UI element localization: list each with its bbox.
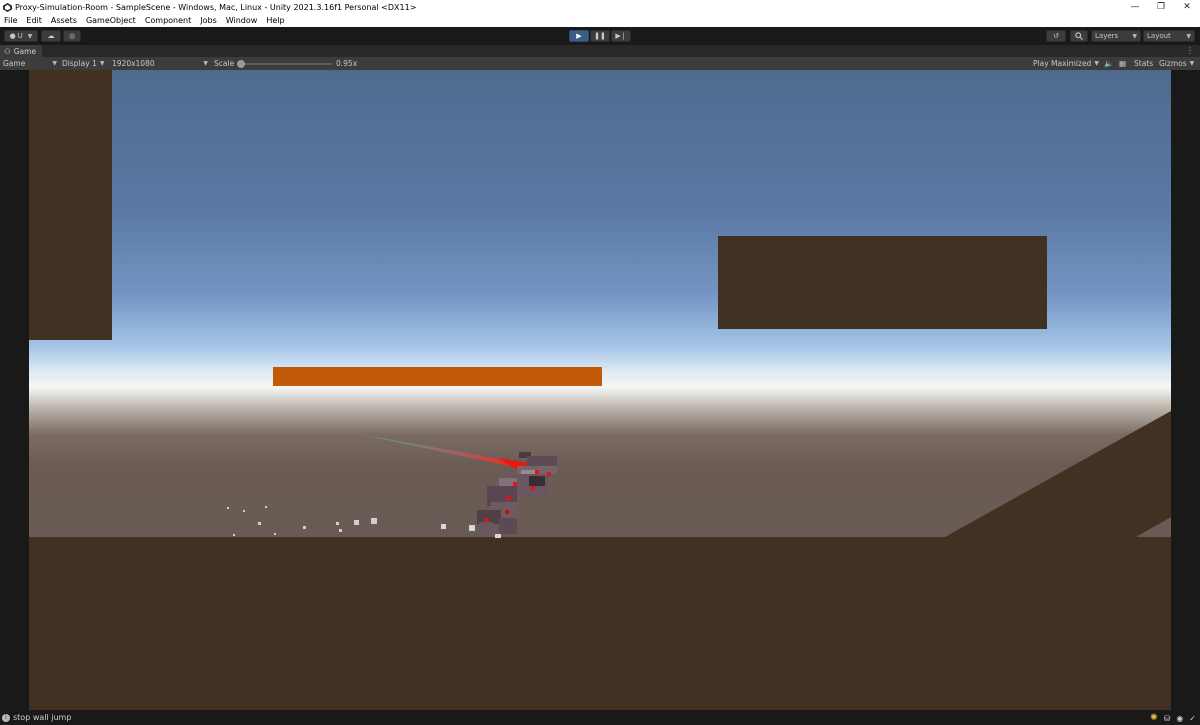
- cloud-button[interactable]: ☁: [41, 30, 61, 42]
- lighting-icon[interactable]: ✺: [1150, 713, 1158, 723]
- dust-trail-particles: [227, 506, 377, 536]
- panel-menu-icon[interactable]: ⋮: [1186, 46, 1194, 55]
- unity-logo-icon: [2, 2, 12, 12]
- gizmos-label: Gizmos: [1159, 59, 1187, 68]
- chevron-down-icon: ▼: [203, 60, 208, 67]
- account-icon: ●: [9, 32, 16, 40]
- close-button[interactable]: ✕: [1174, 0, 1200, 14]
- window-title: Proxy-Simulation-Room - SampleScene - Wi…: [15, 2, 417, 12]
- chevron-down-icon: ▼: [1094, 60, 1099, 67]
- console-status[interactable]: i stop wall jump: [2, 713, 71, 722]
- chevron-down-icon: ▼: [27, 32, 33, 40]
- resolution-label: 1920x1080: [112, 59, 155, 68]
- game-canvas[interactable]: [29, 70, 1171, 710]
- step-icon: ▶❘: [615, 32, 627, 40]
- mute-audio-button[interactable]: 🔈: [1104, 57, 1113, 70]
- speaker-icon: 🔈: [1104, 59, 1114, 68]
- panel-tabbar: ⚇ Game ⋮: [0, 45, 1200, 57]
- gizmos-dropdown[interactable]: Gizmos ▼: [1159, 57, 1194, 70]
- status-icons: ✺ ⛁ ◉ ✓: [1150, 713, 1196, 723]
- progress-icon[interactable]: ◉: [1176, 714, 1183, 723]
- collab-button[interactable]: ◎: [63, 30, 81, 42]
- vsync-button[interactable]: ▦: [1119, 57, 1126, 70]
- play-icon: ▶: [576, 32, 582, 40]
- game-view-toolbar: Game ▼ Display 1 ▼ 1920x1080 ▼ Scale 0.9…: [0, 57, 1200, 70]
- menu-file[interactable]: File: [4, 16, 17, 25]
- layout-dropdown[interactable]: Layout ▼: [1143, 30, 1195, 42]
- playmode-controls: ▶ ❚❚ ▶❘: [569, 30, 631, 42]
- play-mode-dropdown[interactable]: Play Maximized ▼: [1033, 57, 1099, 70]
- layers-label: Layers: [1095, 32, 1119, 40]
- cloud-icon: ☁: [47, 32, 55, 40]
- game-view: [0, 70, 1200, 710]
- menu-component[interactable]: Component: [145, 16, 191, 25]
- window-titlebar: Proxy-Simulation-Room - SampleScene - Wi…: [0, 0, 1200, 14]
- account-dropdown[interactable]: ● U ▼: [4, 30, 38, 42]
- resolution-dropdown[interactable]: 1920x1080 ▼: [112, 57, 208, 70]
- minimize-icon: —: [1130, 2, 1140, 12]
- chevron-down-icon: ▼: [1186, 32, 1191, 40]
- menu-gameobject[interactable]: GameObject: [86, 16, 136, 25]
- menu-window[interactable]: Window: [226, 16, 258, 25]
- status-bar: i stop wall jump ✺ ⛁ ◉ ✓: [0, 710, 1200, 725]
- scale-value: 0.95x: [336, 59, 358, 68]
- scale-slider-thumb[interactable]: [237, 60, 245, 68]
- pause-button[interactable]: ❚❚: [590, 30, 610, 42]
- chevron-down-icon: ▼: [1189, 60, 1195, 67]
- info-icon: i: [2, 713, 10, 722]
- minimize-button[interactable]: —: [1122, 0, 1148, 14]
- tab-game[interactable]: ⚇ Game: [0, 45, 43, 57]
- ground-floor: [29, 537, 1171, 710]
- scale-label: Scale: [214, 59, 235, 68]
- restore-icon: ❐: [1156, 2, 1166, 12]
- search-button[interactable]: [1070, 30, 1088, 42]
- play-mode-label: Play Maximized: [1033, 59, 1092, 68]
- pause-icon: ❚❚: [594, 32, 606, 40]
- view-mode-label: Game: [3, 59, 26, 68]
- chevron-down-icon: ▼: [99, 60, 105, 67]
- menu-edit[interactable]: Edit: [26, 16, 42, 25]
- grid-icon: ▦: [1119, 59, 1127, 68]
- close-icon: ✕: [1183, 2, 1191, 12]
- gamepad-icon: ⚇: [4, 46, 11, 56]
- play-button[interactable]: ▶: [569, 30, 589, 42]
- status-message: stop wall jump: [13, 713, 72, 722]
- account-label: U: [17, 32, 23, 40]
- scale-slider-track[interactable]: [240, 63, 332, 65]
- tab-game-label: Game: [13, 46, 37, 56]
- menu-assets[interactable]: Assets: [51, 16, 77, 25]
- ramp-slope: [945, 411, 1171, 537]
- layers-dropdown[interactable]: Layers ▼: [1091, 30, 1141, 42]
- view-mode-dropdown[interactable]: Game ▼: [3, 57, 57, 70]
- display-label: Display 1: [62, 59, 97, 68]
- restore-button[interactable]: ❐: [1148, 0, 1174, 14]
- step-button[interactable]: ▶❘: [611, 30, 631, 42]
- check-icon[interactable]: ✓: [1189, 714, 1196, 723]
- menu-bar: File Edit Assets GameObject Component Jo…: [0, 14, 1200, 27]
- stats-button[interactable]: Stats: [1134, 57, 1153, 70]
- menu-help[interactable]: Help: [266, 16, 284, 25]
- cache-server-icon[interactable]: ⛁: [1164, 714, 1171, 723]
- layout-label: Layout: [1147, 32, 1171, 40]
- history-icon: ↺: [1053, 32, 1059, 40]
- collab-icon: ◎: [68, 32, 76, 40]
- chevron-down-icon: ▼: [1132, 32, 1137, 40]
- chevron-down-icon: ▼: [52, 60, 57, 67]
- undo-history-button[interactable]: ↺: [1046, 30, 1066, 42]
- player-character: [364, 435, 557, 538]
- terrain-layer: [29, 411, 1171, 710]
- main-toolbar: ● U ▼ ☁ ◎ ▶ ❚❚ ▶❘ ↺ Layers ▼ Layout ▼: [0, 27, 1200, 45]
- display-dropdown[interactable]: Display 1 ▼: [62, 57, 104, 70]
- menu-jobs[interactable]: Jobs: [200, 16, 217, 25]
- search-icon: [1075, 32, 1083, 40]
